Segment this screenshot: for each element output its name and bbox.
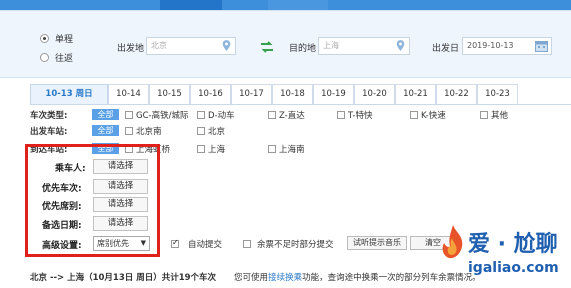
date-tab[interactable]: 10-16 [190, 84, 231, 104]
checkbox[interactable] [197, 111, 205, 119]
depart-station-option[interactable]: 北京 [197, 125, 225, 137]
swap-icon[interactable] [260, 41, 274, 53]
train-type-option[interactable]: D-动车 [197, 109, 235, 121]
route-summary: 北京 --> 上海（10月13日 周日）共计19个车次 [30, 273, 217, 283]
date-tab[interactable]: 10-14 [108, 84, 149, 104]
date-tab-active[interactable]: 10-13 周日 [30, 84, 108, 104]
top-nav-active-tab[interactable] [160, 0, 222, 10]
trip-type-round[interactable]: 往返 [40, 51, 73, 64]
to-value: 上海 [323, 41, 339, 50]
single-label: 单程 [55, 35, 74, 45]
option-label: T-特快 [348, 111, 373, 121]
date-value: 2019-10-13 [467, 41, 514, 50]
watermark-url: igaliao.com [468, 260, 559, 276]
single-radio[interactable] [40, 34, 49, 43]
auto-submit-option[interactable]: 自动提交 [171, 238, 222, 250]
option-label: 北京 [208, 127, 226, 137]
checkbox[interactable] [268, 145, 276, 153]
checkbox[interactable] [197, 145, 205, 153]
highlight-box [25, 144, 160, 257]
flame-logo-icon [442, 225, 463, 259]
from-label: 出发地 [117, 44, 145, 54]
option-label: Z-直达 [279, 111, 305, 121]
train-type-option[interactable]: K-快速 [410, 109, 446, 121]
checkbox[interactable] [125, 127, 133, 135]
option-label: GC-高铁/城际 [136, 111, 189, 121]
to-label: 目的地 [289, 44, 317, 54]
checkbox[interactable] [337, 111, 345, 119]
checkbox[interactable] [125, 111, 133, 119]
train-type-label: 车次类型: [30, 111, 68, 121]
checkbox[interactable] [268, 111, 276, 119]
train-type-all-button[interactable]: 全部 [92, 109, 119, 120]
depart-station-all-button[interactable]: 全部 [92, 125, 119, 136]
date-tab[interactable]: 10-17 [231, 84, 272, 104]
location-pin-icon [222, 40, 231, 51]
checkbox[interactable] [197, 127, 205, 135]
train-type-option[interactable]: T-特快 [337, 109, 372, 121]
option-label: 上海南 [279, 145, 305, 155]
date-tab[interactable]: 10-21 [395, 84, 436, 104]
location-pin-icon [396, 40, 405, 51]
checkbox[interactable] [410, 111, 418, 119]
date-tab[interactable]: 10-23 [477, 84, 518, 104]
watermark: 爱 · 尬聊 igaliao.com [438, 222, 571, 282]
result-summary: 北京 --> 上海（10月13日 周日）共计19个车次 您可使用接续换乘功能，查询… [30, 271, 481, 283]
watermark-title: 爱 · 尬聊 [468, 232, 558, 257]
date-label: 出发日 [432, 44, 460, 54]
partial-submit-checkbox[interactable] [243, 240, 251, 248]
arrive-station-option[interactable]: 上海 [197, 143, 225, 155]
round-label: 往返 [55, 54, 74, 64]
option-label: 上海 [208, 145, 226, 155]
date-input[interactable]: 2019-10-13 [462, 37, 552, 55]
auto-submit-label: 自动提交 [188, 240, 223, 250]
date-tab[interactable]: 10-18 [272, 84, 313, 104]
date-tab[interactable]: 10-22 [436, 84, 477, 104]
hint-prefix: 您可使用 [234, 273, 269, 283]
partial-submit-label: 余票不足时部分提交 [257, 240, 334, 250]
trip-type-single[interactable]: 单程 [40, 32, 73, 45]
date-tab[interactable]: 10-19 [313, 84, 354, 104]
from-value: 北京 [151, 41, 167, 50]
train-type-option[interactable]: 其他 [480, 109, 508, 121]
calendar-icon[interactable] [535, 40, 548, 52]
partial-submit-option[interactable]: 余票不足时部分提交 [243, 238, 334, 250]
arrive-station-option[interactable]: 上海南 [268, 143, 305, 155]
date-tab[interactable]: 10-15 [149, 84, 190, 104]
test-music-button[interactable]: 试听提示音乐 [347, 236, 407, 250]
top-nav-bar [0, 0, 571, 10]
round-radio[interactable] [40, 53, 49, 62]
search-panel: 单程 往返 出发地 北京 目的地 上海 出发日 2019-10-13 [0, 10, 571, 78]
auto-submit-checkbox[interactable] [171, 238, 179, 248]
transfer-link[interactable]: 接续换乘 [268, 273, 302, 283]
train-type-option[interactable]: Z-直达 [268, 109, 305, 121]
option-label: 北京南 [136, 127, 162, 137]
top-nav-tab[interactable] [268, 0, 328, 10]
depart-station-label: 出发车站: [30, 127, 68, 137]
option-label: 其他 [491, 111, 509, 121]
date-tab-bar: 10-13 周日 10-14 10-15 10-16 10-17 10-18 1… [30, 84, 571, 105]
train-type-option[interactable]: GC-高铁/城际 [125, 109, 188, 121]
depart-station-option[interactable]: 北京南 [125, 125, 162, 137]
option-label: K-快速 [421, 111, 446, 121]
from-input[interactable]: 北京 [146, 37, 236, 55]
option-label: D-动车 [208, 111, 235, 121]
date-tab[interactable]: 10-20 [354, 84, 395, 104]
checkbox[interactable] [480, 111, 488, 119]
to-input[interactable]: 上海 [318, 37, 410, 55]
